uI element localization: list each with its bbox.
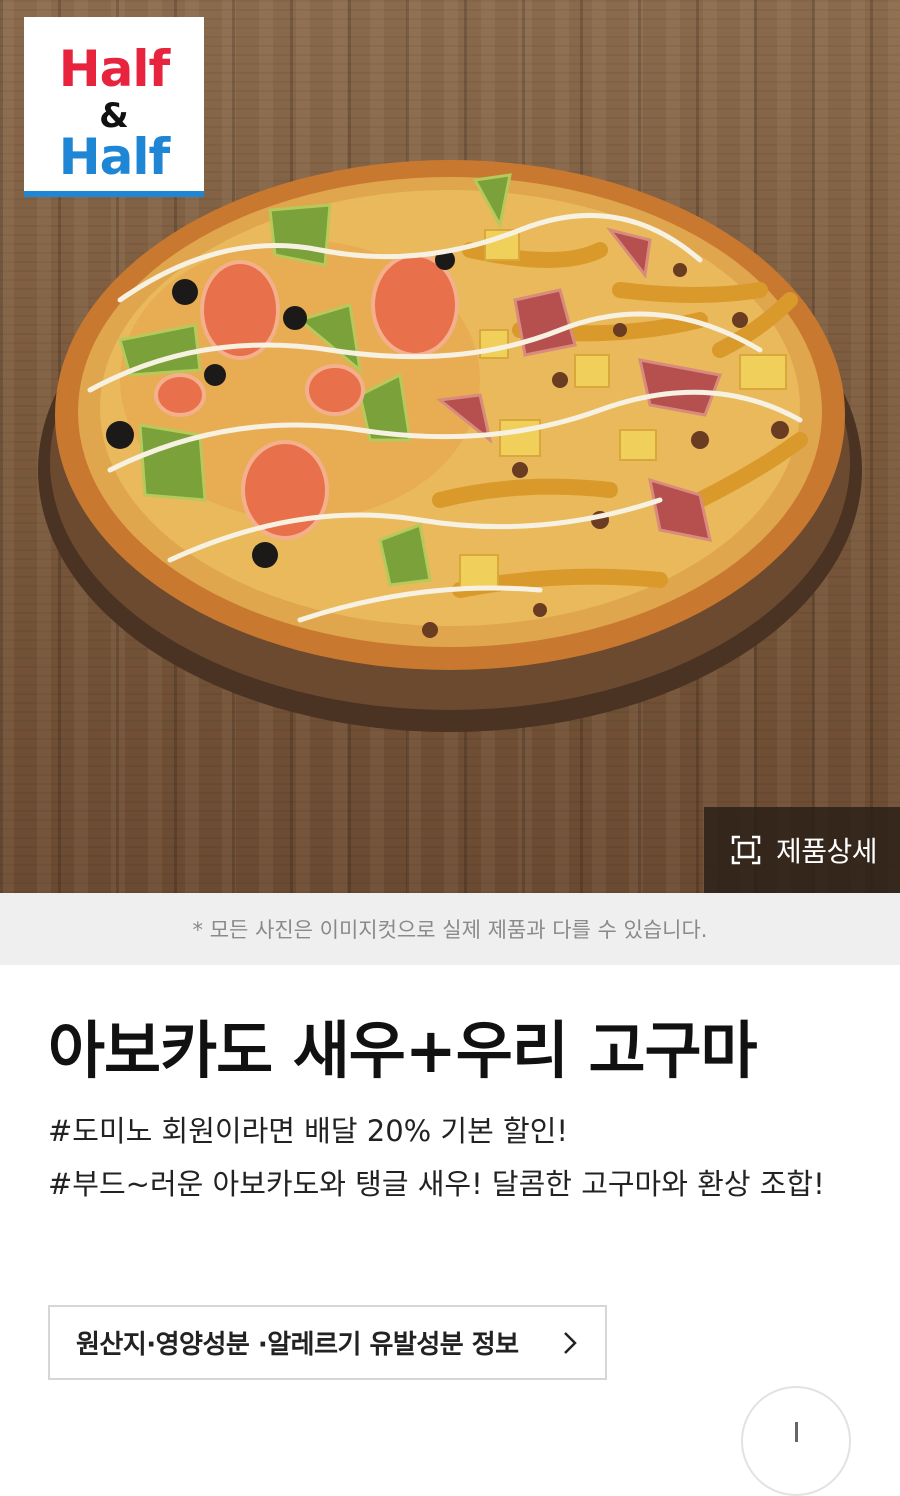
- logo-text-half-bottom: Half: [58, 128, 170, 186]
- product-detail-label: 제품상세: [776, 835, 878, 868]
- origin-nutrition-allergy-button[interactable]: 원산지·영양성분 ·알레르기 유발성분 정보: [48, 1305, 607, 1380]
- logo-text-half-top: Half: [58, 40, 170, 98]
- image-disclaimer: * 모든 사진은 이미지컷으로 실제 제품과 다를 수 있습니다.: [0, 893, 900, 965]
- product-image: Half & Half 제품상세: [0, 0, 900, 893]
- product-tag: #부드~러운 아보카도와 탱글 새우! 달콤한 고구마와 환상 조합!: [48, 1167, 825, 1201]
- product-description: #도미노 회원이라면 배달 20% 기본 할인! #부드~러운 아보카도와 탱글…: [48, 1105, 848, 1211]
- product-tag: #도미노 회원이라면 배달 20% 기본 할인!: [48, 1114, 568, 1148]
- chevron-right-icon: [564, 1332, 577, 1354]
- half-and-half-logo: Half & Half: [24, 17, 204, 197]
- product-title: 아보카도 새우+우리 고구마: [48, 1014, 758, 1087]
- scroll-top-button[interactable]: [741, 1386, 851, 1496]
- expand-frame-icon: [731, 835, 761, 865]
- arrow-up-icon: [795, 1422, 798, 1442]
- origin-button-label: 원산지·영양성분 ·알레르기 유발성분 정보: [76, 1330, 519, 1360]
- product-detail-button[interactable]: 제품상세: [704, 807, 900, 893]
